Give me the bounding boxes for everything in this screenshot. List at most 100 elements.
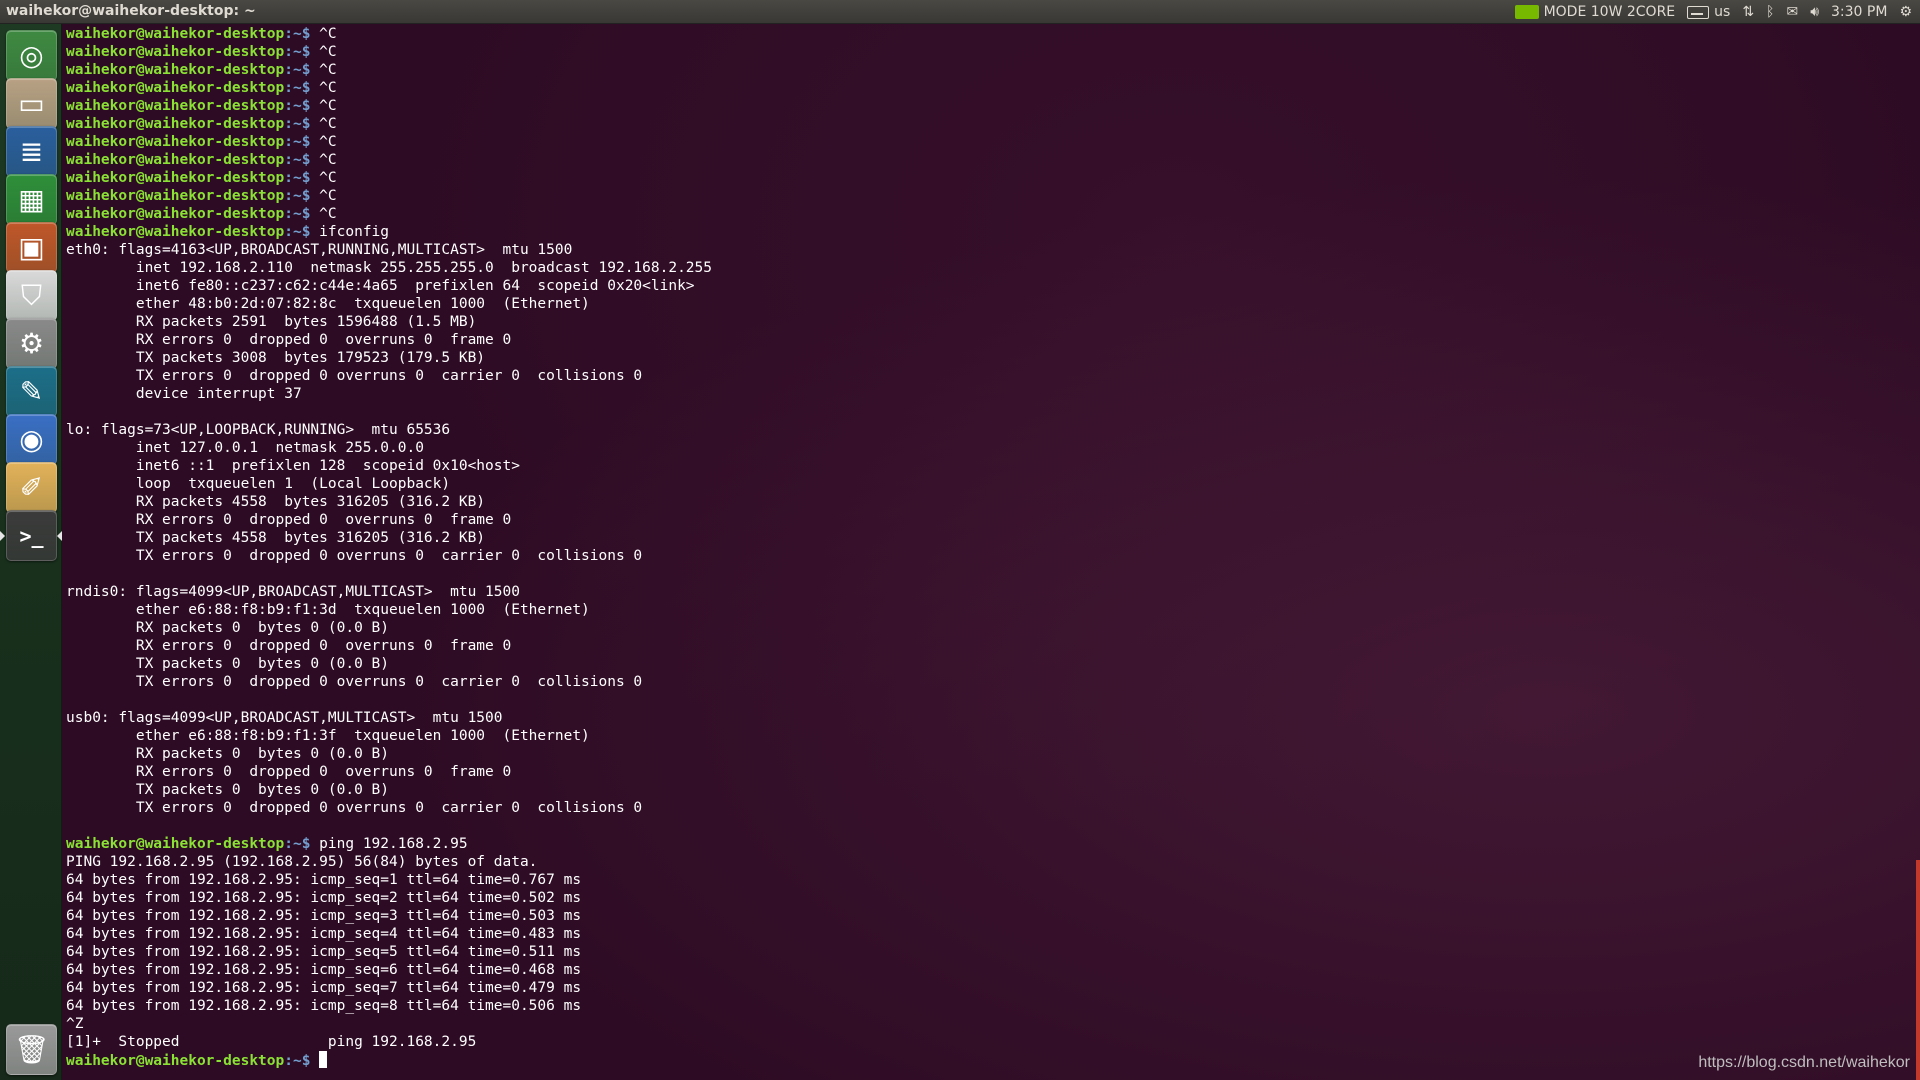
output-line: RX errors 0 dropped 0 overruns 0 frame 0 <box>66 511 712 529</box>
output-line: inet6 fe80::c237:c62:c44e:4a65 prefixlen… <box>66 277 712 295</box>
output-text: ether e6:88:f8:b9:f1:3d txqueuelen 1000 … <box>66 602 590 618</box>
keyboard-icon <box>1687 5 1710 19</box>
output-text: 64 bytes from 192.168.2.95: icmp_seq=4 t… <box>66 926 582 942</box>
command-text: ^C <box>310 80 337 96</box>
output-text: 64 bytes from 192.168.2.95: icmp_seq=5 t… <box>66 944 582 960</box>
output-text: 64 bytes from 192.168.2.95: icmp_seq=3 t… <box>66 908 582 924</box>
output-line: eth0: flags=4163<UP,BROADCAST,RUNNING,MU… <box>66 241 712 259</box>
prompt-line: waihekor@waihekor-desktop:~$ <box>66 1051 712 1069</box>
launcher-ubuntu-dash[interactable]: ◎ <box>6 30 57 81</box>
output-line: 64 bytes from 192.168.2.95: icmp_seq=4 t… <box>66 925 712 943</box>
prompt-path: :~$ <box>284 224 311 240</box>
output-text: TX errors 0 dropped 0 overruns 0 carrier… <box>66 548 643 564</box>
top-panel: waihekor@waihekor-desktop: ~ MODE 10W 2C… <box>0 0 1920 24</box>
output-line: 64 bytes from 192.168.2.95: icmp_seq=2 t… <box>66 889 712 907</box>
output-text: inet6 fe80::c237:c62:c44e:4a65 prefixlen… <box>66 278 695 294</box>
command-text: ifconfig <box>310 224 390 240</box>
output-line: 64 bytes from 192.168.2.95: icmp_seq=3 t… <box>66 907 712 925</box>
launcher-trash[interactable]: 🗑︎ <box>6 1024 57 1075</box>
libreoffice-calc-icon: ▦ <box>18 183 45 216</box>
trash-icon: 🗑︎ <box>13 1033 50 1066</box>
command-text: ^C <box>310 152 337 168</box>
prompt-user: waihekor@waihekor-desktop <box>66 62 285 78</box>
output-text: inet 192.168.2.110 netmask 255.255.255.0… <box>66 260 713 276</box>
dash-icon: ◎ <box>19 39 44 72</box>
output-line: RX errors 0 dropped 0 overruns 0 frame 0 <box>66 763 712 781</box>
prompt-user: waihekor@waihekor-desktop <box>66 44 285 60</box>
output-text: TX errors 0 dropped 0 overruns 0 carrier… <box>66 674 643 690</box>
prompt-line: waihekor@waihekor-desktop:~$ ^C <box>66 133 712 151</box>
prompt-line: waihekor@waihekor-desktop:~$ ifconfig <box>66 223 712 241</box>
output-line: 64 bytes from 192.168.2.95: icmp_seq=7 t… <box>66 979 712 997</box>
output-line: TX errors 0 dropped 0 overruns 0 carrier… <box>66 367 712 385</box>
output-line: inet6 ::1 prefixlen 128 scopeid 0x10<hos… <box>66 457 712 475</box>
output-text: 64 bytes from 192.168.2.95: icmp_seq=6 t… <box>66 962 582 978</box>
prompt-user: waihekor@waihekor-desktop <box>66 26 285 42</box>
launcher-text-editor[interactable]: ✐ <box>6 462 57 513</box>
launcher-calc[interactable]: ▦ <box>6 174 57 225</box>
output-text: lo: flags=73<UP,LOOPBACK,RUNNING> mtu 65… <box>66 422 451 438</box>
prompt-user: waihekor@waihekor-desktop <box>66 188 285 204</box>
terminal-output[interactable]: waihekor@waihekor-desktop:~$ ^C waihekor@… <box>66 25 712 1069</box>
network-indicator[interactable]: ⇅ <box>1742 4 1754 20</box>
output-line: TX errors 0 dropped 0 overruns 0 carrier… <box>66 547 712 565</box>
output-text: TX packets 4558 bytes 316205 (316.2 KB) <box>66 530 486 546</box>
prompt-path: :~$ <box>284 170 311 186</box>
prompt-path: :~$ <box>284 134 311 150</box>
prompt-path: :~$ <box>284 26 311 42</box>
output-text: RX packets 0 bytes 0 (0.0 B) <box>66 746 390 762</box>
prompt-user: waihekor@waihekor-desktop <box>66 206 285 222</box>
sound-indicator[interactable]: 🔊︎ <box>1810 4 1819 20</box>
running-indicator <box>0 531 5 541</box>
prompt-user: waihekor@waihekor-desktop <box>66 1053 285 1069</box>
launcher: ◎ ▭ ≣ ▦ ▣ ⛉ ⚙ ✎ ◉ ✐ >_ 🗑︎ <box>0 24 62 1080</box>
launcher-jetson-app[interactable]: ✎ <box>6 366 57 417</box>
launcher-files[interactable]: ▭ <box>6 78 57 129</box>
bluetooth-indicator[interactable]: ᛒ <box>1766 4 1774 20</box>
session-indicator[interactable]: ⚙ <box>1899 4 1912 20</box>
scrollbar-indicator[interactable] <box>1916 860 1920 1080</box>
indicator-area: MODE 10W 2CORE us ⇅ ᛒ ✉ 🔊︎ 3:30 PM ⚙ <box>1514 0 1912 24</box>
text-cursor[interactable] <box>319 1051 328 1068</box>
pen-shield-icon: ✎ <box>19 375 44 408</box>
output-text: ether 48:b0:2d:07:82:8c txqueuelen 1000 … <box>66 296 590 312</box>
launcher-impress[interactable]: ▣ <box>6 222 57 273</box>
command-text: ^C <box>310 44 337 60</box>
output-text: RX errors 0 dropped 0 overruns 0 frame 0 <box>66 638 512 654</box>
command-text: ^C <box>310 62 337 78</box>
output-line: RX packets 4558 bytes 316205 (316.2 KB) <box>66 493 712 511</box>
output-text: rndis0: flags=4099<UP,BROADCAST,MULTICAS… <box>66 584 520 600</box>
output-line: 64 bytes from 192.168.2.95: icmp_seq=6 t… <box>66 961 712 979</box>
command-text: ^C <box>310 188 337 204</box>
output-line: TX errors 0 dropped 0 overruns 0 carrier… <box>66 673 712 691</box>
launcher-system-settings[interactable]: ⚙ <box>6 318 57 369</box>
terminal-window[interactable]: waihekor@waihekor-desktop:~$ ^C waihekor@… <box>62 24 1920 1080</box>
shopping-bag-icon: ⛉ <box>20 278 42 312</box>
output-line: TX packets 0 bytes 0 (0.0 B) <box>66 655 712 673</box>
command-text: ping 192.168.2.95 <box>310 836 468 852</box>
keyboard-indicator[interactable]: us <box>1687 4 1730 20</box>
launcher-chromium[interactable]: ◉ <box>6 414 57 465</box>
output-line: PING 192.168.2.95 (192.168.2.95) 56(84) … <box>66 853 712 871</box>
clock-indicator[interactable]: 3:30 PM <box>1831 4 1887 20</box>
prompt-user: waihekor@waihekor-desktop <box>66 836 285 852</box>
output-text: inet 127.0.0.1 netmask 255.0.0.0 <box>66 440 424 456</box>
libreoffice-impress-icon: ▣ <box>18 231 45 264</box>
messaging-indicator[interactable]: ✉ <box>1786 4 1798 20</box>
prompt-user: waihekor@waihekor-desktop <box>66 80 285 96</box>
launcher-terminal[interactable]: >_ <box>6 510 57 561</box>
output-line: lo: flags=73<UP,LOOPBACK,RUNNING> mtu 65… <box>66 421 712 439</box>
output-line: inet 192.168.2.110 netmask 255.255.255.0… <box>66 259 712 277</box>
output-text: ^Z <box>66 1016 84 1032</box>
output-line: 64 bytes from 192.168.2.95: icmp_seq=8 t… <box>66 997 712 1015</box>
launcher-software-center[interactable]: ⛉ <box>6 270 57 321</box>
bluetooth-icon: ᛒ <box>1766 4 1775 20</box>
notepad-icon: ✐ <box>19 471 44 504</box>
power-mode-indicator[interactable]: MODE 10W 2CORE <box>1514 4 1675 20</box>
output-line: TX errors 0 dropped 0 overruns 0 carrier… <box>66 799 712 817</box>
prompt-line: waihekor@waihekor-desktop:~$ ^C <box>66 169 712 187</box>
output-line: device interrupt 37 <box>66 385 712 403</box>
launcher-writer[interactable]: ≣ <box>6 126 57 177</box>
